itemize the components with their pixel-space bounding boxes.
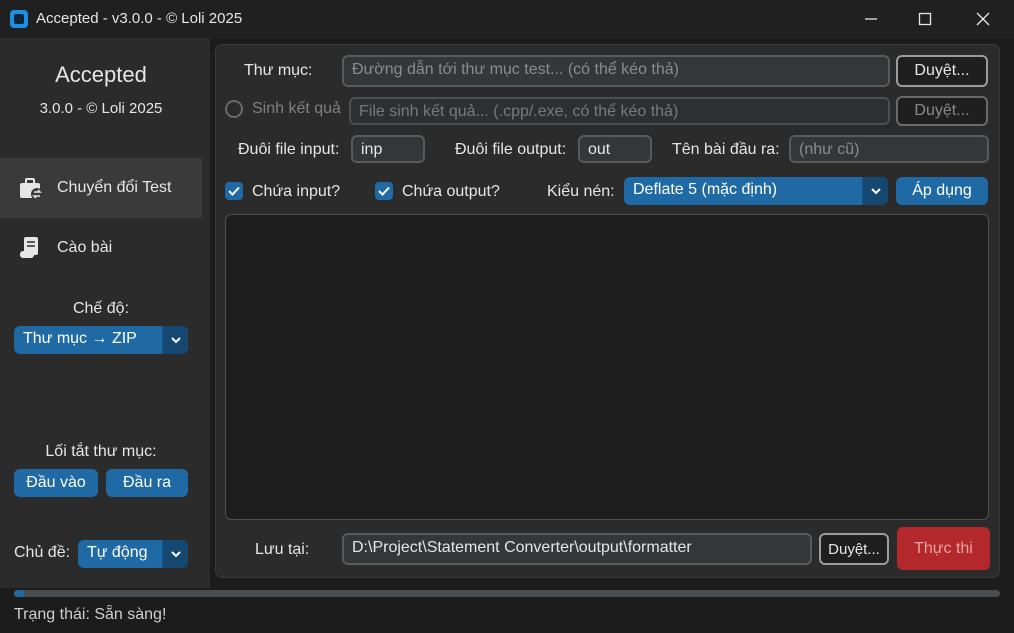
app-name: Accepted [55, 62, 147, 87]
shortcut-output-button[interactable]: Đầu ra [106, 469, 188, 497]
chevron-down-icon[interactable] [162, 326, 188, 354]
generate-result-radio[interactable] [225, 100, 243, 118]
app-icon [10, 10, 28, 28]
input-ext-field[interactable]: inp [351, 135, 425, 163]
output-ext-label: Đuôi file output: [455, 141, 567, 158]
folder-browse-button[interactable]: Duyệt... [896, 55, 988, 87]
contains-input-checkbox[interactable] [225, 182, 243, 200]
progress-bar [14, 590, 1000, 597]
nav-item-crawl[interactable]: Cào bài [0, 218, 202, 278]
generator-file-input[interactable]: File sinh kết quả... (.cpp/.exe, có thể … [349, 97, 890, 125]
scroll-document-icon [20, 237, 38, 258]
app-version: 3.0.0 - © Loli 2025 [39, 100, 163, 117]
status-text: Trạng thái: Sẵn sàng! [14, 606, 167, 623]
contains-output-label: Chứa output? [402, 183, 500, 200]
input-ext-label: Đuôi file input: [238, 141, 340, 158]
checkmark-icon [228, 186, 240, 196]
close-icon [976, 12, 990, 26]
mode-select[interactable]: Thư mục → ZIP [14, 326, 188, 354]
checkmark-icon [378, 186, 390, 196]
folder-label: Thư mục: [244, 62, 313, 79]
output-name-field[interactable]: (như cũ) [789, 135, 989, 163]
mode-label: Chế độ: [72, 300, 130, 317]
output-name-label: Tên bài đầu ra: [672, 141, 780, 158]
nav-label-convert-test: Chuyển đổi Test [57, 179, 172, 196]
generate-result-label: Sinh kết quả [252, 100, 341, 117]
log-textbox[interactable] [225, 214, 989, 520]
sidebar: Accepted 3.0.0 - © Loli 2025 Chuyển đổi … [0, 38, 210, 588]
apply-button[interactable]: Áp dụng [896, 177, 988, 205]
progress-fill [14, 590, 24, 597]
theme-select[interactable]: Tự động [78, 540, 188, 568]
chevron-down-icon[interactable] [862, 177, 888, 205]
nav-item-convert-test[interactable]: Chuyển đổi Test [0, 158, 202, 218]
maximize-icon [918, 12, 932, 26]
briefcase-convert-icon [20, 178, 43, 200]
folder-input[interactable]: Đường dẫn tới thư mục test... (có thể ké… [342, 55, 890, 87]
compression-select[interactable]: Deflate 5 (mặc định) [624, 177, 888, 205]
save-browse-button[interactable]: Duyệt... [819, 533, 889, 565]
generator-browse-button[interactable]: Duyệt... [896, 96, 988, 126]
contains-input-label: Chứa input? [252, 183, 341, 200]
theme-label: Chủ đề: [14, 544, 71, 561]
minimize-icon [865, 18, 877, 20]
shortcut-input-button[interactable]: Đầu vào [14, 469, 98, 497]
save-path-input[interactable]: D:\Project\Statement Converter\output\fo… [342, 533, 812, 565]
contains-output-checkbox[interactable] [375, 182, 393, 200]
output-ext-field[interactable]: out [578, 135, 652, 163]
nav-label-crawl: Cào bài [57, 239, 113, 256]
compression-label: Kiểu nén: [547, 183, 615, 200]
maximize-button[interactable] [898, 0, 952, 38]
close-button[interactable] [956, 0, 1010, 38]
mode-select-value: Thư mục → ZIP [23, 330, 137, 347]
compression-select-value: Deflate 5 (mặc định) [633, 181, 778, 198]
run-button[interactable]: Thực thi [897, 527, 990, 570]
title-bar: Accepted - v3.0.0 - © Loli 2025 [0, 0, 1014, 38]
save-label: Lưu tại: [255, 541, 310, 558]
minimize-button[interactable] [844, 0, 898, 38]
window-title: Accepted - v3.0.0 - © Loli 2025 [36, 10, 243, 27]
theme-select-value: Tự động [87, 544, 148, 561]
shortcuts-label: Lối tắt thư mục: [45, 443, 157, 460]
chevron-down-icon[interactable] [162, 540, 188, 568]
